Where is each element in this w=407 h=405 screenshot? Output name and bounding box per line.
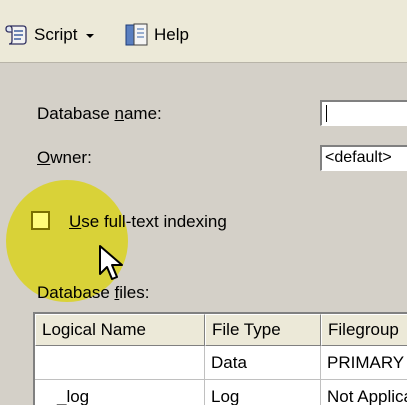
help-button[interactable]: Help bbox=[124, 21, 189, 49]
text-cursor bbox=[326, 105, 327, 122]
fulltext-label[interactable]: Use full-text indexing bbox=[69, 212, 227, 232]
database-files-grid[interactable]: Logical Name File Type Filegroup Data PR… bbox=[33, 312, 407, 405]
column-header-filegroup[interactable]: Filegroup bbox=[321, 314, 407, 346]
dropdown-arrow-icon bbox=[85, 25, 95, 45]
mouse-pointer-icon bbox=[98, 244, 126, 284]
script-icon bbox=[4, 22, 30, 48]
database-name-label: Database name: bbox=[37, 104, 162, 123]
script-menu-button[interactable]: Script bbox=[4, 21, 95, 49]
toolbar: Script Help bbox=[0, 0, 407, 63]
help-icon bbox=[124, 22, 150, 48]
table-cell[interactable] bbox=[35, 346, 205, 380]
owner-field[interactable]: <default> bbox=[320, 145, 407, 171]
table-cell[interactable]: _log bbox=[35, 380, 205, 405]
table-cell[interactable]: Not Applicable bbox=[321, 380, 407, 405]
column-header-logical-name[interactable]: Logical Name bbox=[35, 314, 205, 346]
owner-label: Owner: bbox=[37, 148, 92, 167]
table-cell[interactable]: Data bbox=[205, 346, 321, 380]
fulltext-checkbox[interactable] bbox=[31, 211, 50, 230]
script-label: Script bbox=[34, 25, 78, 44]
owner-value: <default> bbox=[325, 149, 392, 166]
column-header-file-type[interactable]: File Type bbox=[205, 314, 321, 346]
help-label: Help bbox=[154, 25, 189, 44]
database-files-label: Database files: bbox=[37, 283, 150, 302]
table-cell[interactable]: Log bbox=[205, 380, 321, 405]
table-cell[interactable]: PRIMARY bbox=[321, 346, 407, 380]
database-name-input[interactable] bbox=[320, 100, 407, 126]
